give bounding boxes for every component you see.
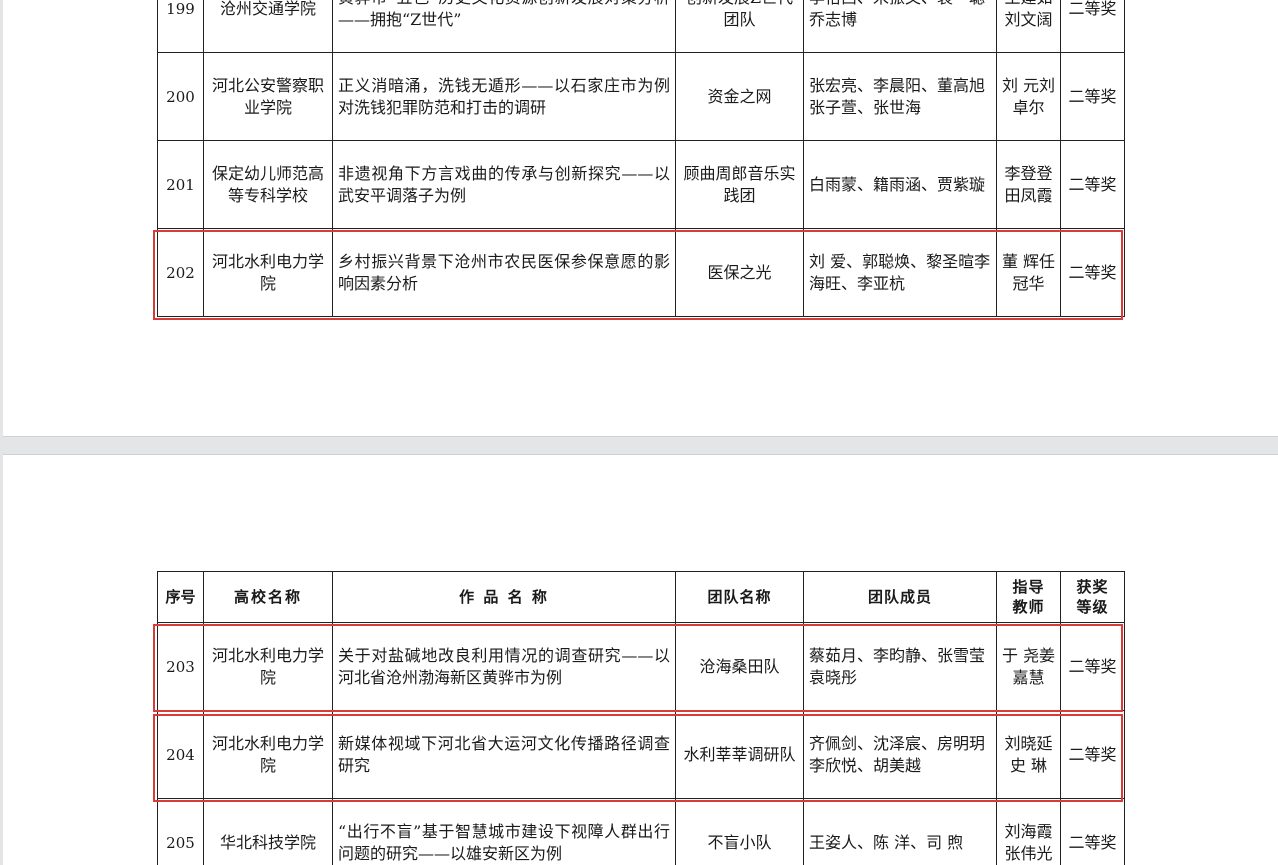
advisor: 刘海霞张伟光: [997, 799, 1061, 865]
table-row: 200 河北公安警察职业学院 正义消暗涌，洗钱无遁形——以石家庄市为例对洗钱犯罪…: [158, 53, 1125, 141]
advisor: 王建如刘文阔: [997, 0, 1061, 53]
award-level: 二等奖: [1061, 229, 1125, 317]
row-number: 204: [158, 711, 204, 799]
work-title: “出行不盲”基于智慧城市建设下视障人群出行问题的研究——以雄安新区为例: [333, 799, 676, 865]
row-number: 203: [158, 623, 204, 711]
team-members: 张宏亮、李晨阳、董高旭张子萱、张世海: [804, 53, 997, 141]
team-members: 刘 爱、郭聪焕、黎圣暄李海旺、李亚杭: [804, 229, 997, 317]
column-header-school: 高校名称: [204, 572, 333, 623]
team-members: 王姿人、陈 洋、司 煦: [804, 799, 997, 865]
team-name: 创新发展Z世代团队: [676, 0, 804, 53]
team-name: 不盲小队: [676, 799, 804, 865]
school-name: 河北水利电力学院: [204, 711, 333, 799]
row-number: 205: [158, 799, 204, 865]
team-members: 蔡茹月、李昀静、张雪莹袁晓彤: [804, 623, 997, 711]
awards-table-page-2: 序号 高校名称 作 品 名 称 团队名称 团队成员 指导教师 获奖等级 203 …: [157, 571, 1125, 865]
team-name: 沧海桑田队: [676, 623, 804, 711]
award-level: 二等奖: [1061, 0, 1125, 53]
school-name: 保定幼儿师范高等专科学校: [204, 141, 333, 229]
school-name: 华北科技学院: [204, 799, 333, 865]
table-row: 199 沧州交通学院 黄骅市“五色”历史文化资源创新发展对策分析——拥抱“Z世代…: [158, 0, 1125, 53]
advisor: 于 尧姜嘉慧: [997, 623, 1061, 711]
document-page-2: 序号 高校名称 作 品 名 称 团队名称 团队成员 指导教师 获奖等级 203 …: [3, 454, 1278, 865]
work-title: 正义消暗涌，洗钱无遁形——以石家庄市为例对洗钱犯罪防范和打击的调研: [333, 53, 676, 141]
row-number: 200: [158, 53, 204, 141]
advisor: 李登登田凤霞: [997, 141, 1061, 229]
table-header-row: 序号 高校名称 作 品 名 称 团队名称 团队成员 指导教师 获奖等级: [158, 572, 1125, 623]
team-name: 顾曲周郎音乐实践团: [676, 141, 804, 229]
row-number: 199: [158, 0, 204, 53]
table-row: 202 河北水利电力学院 乡村振兴背景下沧州市农民医保参保意愿的影响因素分析 医…: [158, 229, 1125, 317]
row-number: 202: [158, 229, 204, 317]
document-page-1: 199 沧州交通学院 黄骅市“五色”历史文化资源创新发展对策分析——拥抱“Z世代…: [3, 0, 1278, 437]
team-members: 李怡西、宋振文、袁一聪乔志博: [804, 0, 997, 53]
team-name: 医保之光: [676, 229, 804, 317]
advisor: 刘 元刘卓尔: [997, 53, 1061, 141]
work-title: 非遗视角下方言戏曲的传承与创新探究——以武安平调落子为例: [333, 141, 676, 229]
work-title: 黄骅市“五色”历史文化资源创新发展对策分析——拥抱“Z世代”: [333, 0, 676, 53]
school-name: 河北水利电力学院: [204, 623, 333, 711]
column-header-award: 获奖等级: [1061, 572, 1125, 623]
table-row: 203 河北水利电力学院 关于对盐碱地改良利用情况的调查研究——以河北省沧州渤海…: [158, 623, 1125, 711]
advisor: 刘晓延史 琳: [997, 711, 1061, 799]
work-title: 新媒体视域下河北省大运河文化传播路径调查研究: [333, 711, 676, 799]
award-level: 二等奖: [1061, 711, 1125, 799]
table-row: 204 河北水利电力学院 新媒体视域下河北省大运河文化传播路径调查研究 水利莘莘…: [158, 711, 1125, 799]
table-row: 205 华北科技学院 “出行不盲”基于智慧城市建设下视障人群出行问题的研究——以…: [158, 799, 1125, 865]
column-header-members: 团队成员: [804, 572, 997, 623]
row-number: 201: [158, 141, 204, 229]
award-level: 二等奖: [1061, 141, 1125, 229]
column-header-team: 团队名称: [676, 572, 804, 623]
team-members: 白雨蒙、籍雨涵、贾紫璇: [804, 141, 997, 229]
school-name: 河北公安警察职业学院: [204, 53, 333, 141]
award-level: 二等奖: [1061, 53, 1125, 141]
team-name: 水利莘莘调研队: [676, 711, 804, 799]
work-title: 关于对盐碱地改良利用情况的调查研究——以河北省沧州渤海新区黄骅市为例: [333, 623, 676, 711]
award-level: 二等奖: [1061, 799, 1125, 865]
team-name: 资金之网: [676, 53, 804, 141]
team-members: 齐佩剑、沈泽宸、房明玥李欣悦、胡美越: [804, 711, 997, 799]
work-title: 乡村振兴背景下沧州市农民医保参保意愿的影响因素分析: [333, 229, 676, 317]
column-header-teacher: 指导教师: [997, 572, 1061, 623]
award-level: 二等奖: [1061, 623, 1125, 711]
table-row: 201 保定幼儿师范高等专科学校 非遗视角下方言戏曲的传承与创新探究——以武安平…: [158, 141, 1125, 229]
awards-table-page-1: 199 沧州交通学院 黄骅市“五色”历史文化资源创新发展对策分析——拥抱“Z世代…: [157, 0, 1125, 317]
column-header-work: 作 品 名 称: [333, 572, 676, 623]
school-name: 河北水利电力学院: [204, 229, 333, 317]
column-header-no: 序号: [158, 572, 204, 623]
school-name: 沧州交通学院: [204, 0, 333, 53]
advisor: 董 辉任冠华: [997, 229, 1061, 317]
